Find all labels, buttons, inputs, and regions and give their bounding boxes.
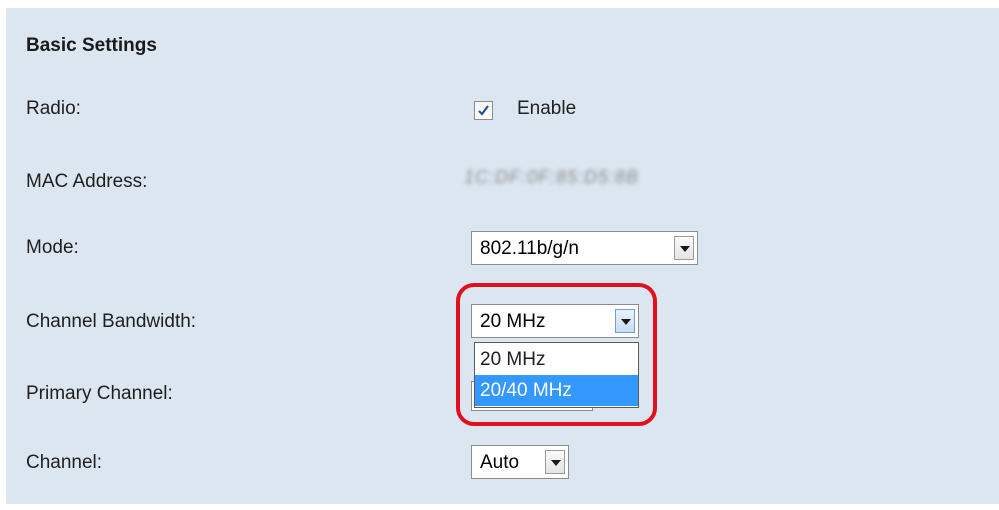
mac-address-value: 1C:DF:0F:85:D5:8B bbox=[464, 167, 640, 187]
mode-select[interactable]: 802.11b/g/n bbox=[471, 231, 698, 265]
radio-label: Radio: bbox=[26, 98, 81, 119]
primary-channel-label: Primary Channel: bbox=[26, 383, 173, 404]
channel-select-value: Auto bbox=[480, 452, 520, 473]
section-title: Basic Settings bbox=[26, 35, 157, 56]
chevron-down-icon[interactable] bbox=[545, 450, 565, 474]
checkmark-icon bbox=[478, 105, 489, 116]
mac-address-label: MAC Address: bbox=[26, 171, 148, 192]
channel-label: Channel: bbox=[26, 452, 103, 473]
chevron-down-icon[interactable] bbox=[674, 236, 694, 260]
mode-label: Mode: bbox=[26, 237, 79, 258]
channel-bandwidth-label: Channel Bandwidth: bbox=[26, 311, 197, 332]
radio-enable-checkbox[interactable] bbox=[474, 101, 493, 120]
mode-select-value: 802.11b/g/n bbox=[480, 238, 579, 259]
radio-enable-label: Enable bbox=[517, 98, 577, 119]
channel-select[interactable]: Auto bbox=[471, 445, 569, 479]
highlight-annotation bbox=[456, 283, 657, 426]
